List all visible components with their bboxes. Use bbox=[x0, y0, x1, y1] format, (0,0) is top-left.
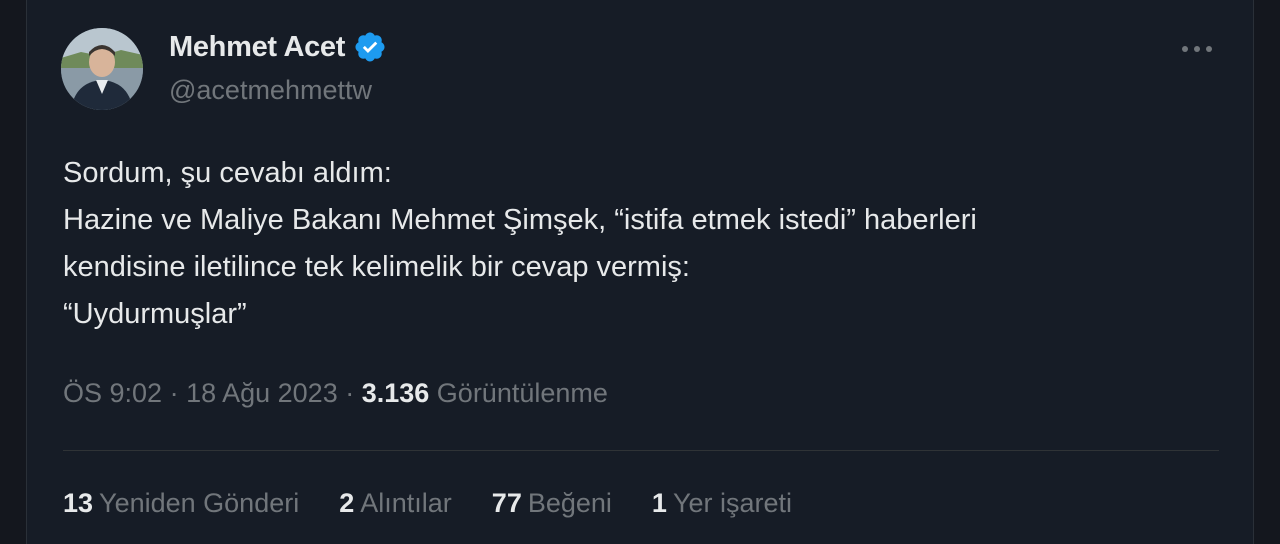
stat-reposts[interactable]: 13 Yeniden Gönderi bbox=[63, 488, 299, 519]
tweet-text-line: Sordum, şu cevabı aldım: bbox=[63, 157, 392, 189]
stat-label: Yeniden Gönderi bbox=[99, 488, 300, 518]
author-name[interactable]: Mehmet Acet bbox=[169, 31, 345, 64]
views-count: 3.136 bbox=[361, 378, 430, 408]
tweet-time[interactable]: ÖS 9:02 bbox=[63, 378, 162, 408]
more-icon bbox=[1182, 46, 1212, 52]
author-name-row: Mehmet Acet bbox=[169, 30, 387, 64]
stat-label: Beğeni bbox=[527, 488, 612, 518]
stat-count: 13 bbox=[63, 488, 94, 518]
author-handle[interactable]: @acetmehmettw bbox=[169, 75, 372, 106]
tweet-card: Mehmet Acet @acetmehmettw Sordum, şu cev… bbox=[26, 0, 1254, 544]
stat-bookmarks[interactable]: 1 Yer işareti bbox=[652, 488, 792, 519]
stat-count: 2 bbox=[339, 488, 355, 518]
stat-quotes[interactable]: 2 Alıntılar bbox=[339, 488, 452, 519]
verified-badge-icon bbox=[355, 32, 385, 62]
stat-label: Yer işareti bbox=[672, 488, 793, 518]
engagement-stats: 13 Yeniden Gönderi 2 Alıntılar 77 Beğeni 1Y… bbox=[63, 488, 792, 519]
avatar[interactable] bbox=[61, 28, 143, 110]
avatar-photo bbox=[61, 28, 143, 110]
stat-count: 77 bbox=[491, 488, 522, 518]
stat-count: 1 bbox=[651, 488, 667, 518]
views-label: Görüntülenme bbox=[429, 378, 608, 408]
divider bbox=[63, 450, 1219, 451]
stat-likes[interactable]: 77 Beğeni bbox=[492, 488, 612, 519]
tweet-text-line: kendisine iletilince tek kelimelik bir c… bbox=[63, 251, 690, 283]
tweet-text: Sordum, şu cevabı aldım: Hazine ve Maliy… bbox=[63, 150, 1223, 338]
meta-separator: · bbox=[162, 378, 187, 408]
stat-label: Alıntılar bbox=[360, 488, 452, 518]
tweet-text-line: “Uydurmuşlar” bbox=[63, 298, 247, 330]
more-button[interactable] bbox=[1177, 32, 1217, 66]
tweet-meta: ÖS 9:02 · 18 Ağu 2023 · 3.136 Görüntülen… bbox=[63, 378, 608, 409]
meta-separator: · bbox=[337, 378, 362, 408]
tweet-date[interactable]: 18 Ağu 2023 bbox=[186, 378, 338, 408]
tweet-text-line: Hazine ve Maliye Bakanı Mehmet Şimşek, “… bbox=[63, 204, 977, 236]
